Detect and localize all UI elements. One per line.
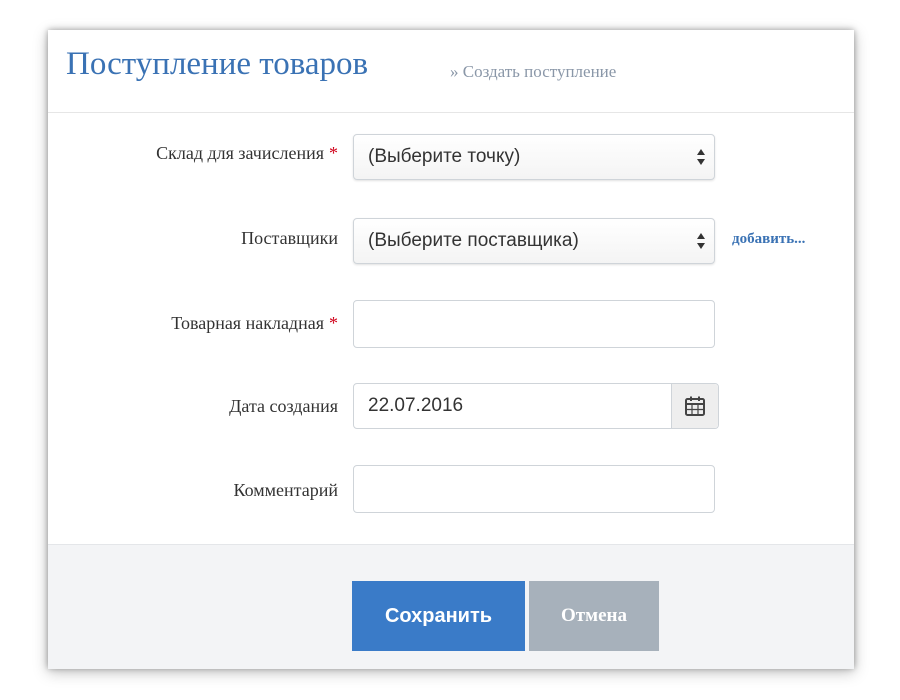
required-mark: * — [329, 143, 338, 163]
date-picker-button[interactable] — [671, 384, 718, 428]
comment-label: Комментарий — [48, 480, 338, 501]
supplier-label: Поставщики — [48, 228, 338, 249]
select-arrows-icon — [697, 233, 705, 249]
warehouse-label-text: Склад для зачисления — [156, 143, 324, 163]
page-title: Поступление товаров — [66, 46, 369, 82]
warehouse-select-value: (Выберите точку) — [368, 146, 521, 167]
supplier-select[interactable]: (Выберите поставщика) — [353, 218, 715, 264]
supplier-label-text: Поставщики — [241, 228, 338, 248]
invoice-label: Товарная накладная * — [48, 313, 338, 334]
invoice-input[interactable] — [353, 300, 715, 348]
dialog-footer: Сохранить Отмена — [48, 544, 854, 669]
warehouse-select[interactable]: (Выберите точку) — [353, 134, 715, 180]
save-button[interactable]: Сохранить — [352, 581, 525, 651]
comment-label-text: Комментарий — [233, 480, 338, 500]
breadcrumb[interactable]: » Создать поступление — [450, 62, 616, 82]
date-input-value: 22.07.2016 — [368, 395, 464, 416]
warehouse-label: Склад для зачисления * — [48, 143, 338, 164]
receipt-dialog: Поступление товаров » Создать поступлени… — [48, 30, 854, 669]
required-mark: * — [329, 313, 338, 333]
date-label-text: Дата создания — [229, 396, 338, 416]
dialog-header: Поступление товаров » Создать поступлени… — [48, 30, 854, 113]
date-label: Дата создания — [48, 396, 338, 417]
comment-input[interactable] — [353, 465, 715, 513]
supplier-select-value: (Выберите поставщика) — [368, 230, 579, 251]
invoice-label-text: Товарная накладная — [171, 313, 324, 333]
cancel-button[interactable]: Отмена — [529, 581, 659, 651]
calendar-icon — [685, 396, 705, 416]
add-supplier-link[interactable]: добавить... — [732, 231, 805, 248]
select-arrows-icon — [697, 149, 705, 165]
date-input[interactable]: 22.07.2016 — [353, 383, 719, 429]
